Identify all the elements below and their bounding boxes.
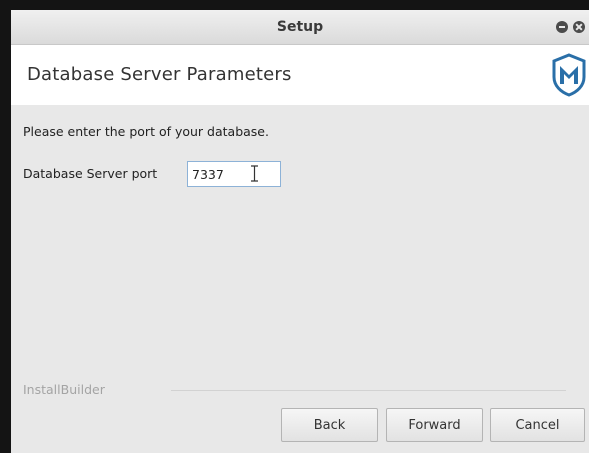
minimize-icon[interactable]	[556, 21, 568, 33]
page-title: Database Server Parameters	[27, 64, 292, 85]
footer-separator	[171, 390, 566, 391]
back-button[interactable]: Back	[281, 408, 378, 442]
port-label: Database Server port	[23, 166, 158, 181]
close-icon[interactable]	[573, 21, 585, 33]
setup-window: Setup Database Server Parameters Please …	[11, 10, 589, 453]
forward-button[interactable]: Forward	[386, 408, 483, 442]
wizard-header: Database Server Parameters	[11, 45, 589, 105]
cancel-button[interactable]: Cancel	[490, 408, 585, 442]
text-cursor-icon	[251, 165, 258, 182]
metasploit-logo-icon	[552, 53, 586, 97]
title-bar: Setup	[11, 10, 589, 45]
instruction-text: Please enter the port of your database.	[23, 124, 269, 139]
installbuilder-label: InstallBuilder	[23, 382, 105, 397]
port-input[interactable]	[187, 161, 281, 187]
window-title: Setup	[276, 19, 324, 35]
